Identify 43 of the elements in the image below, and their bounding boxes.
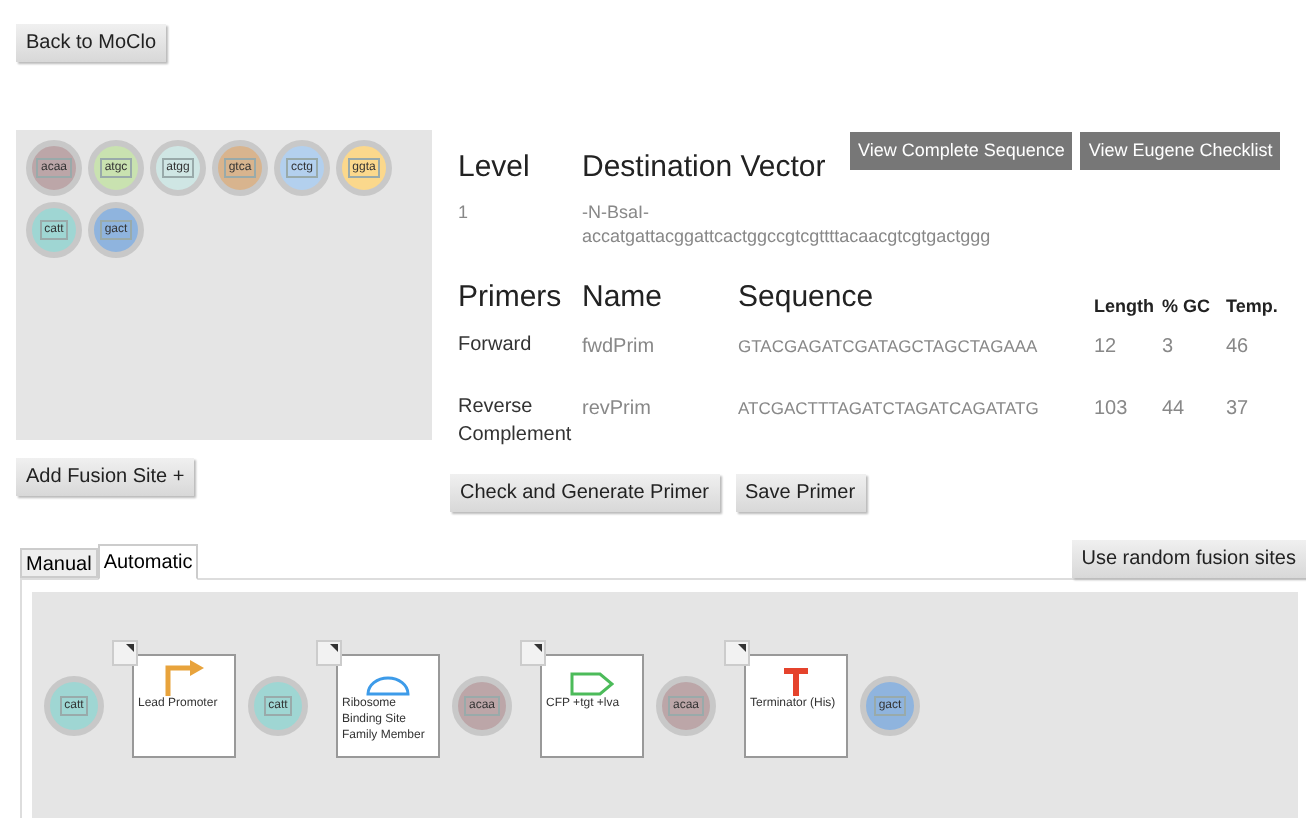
primer-gc: 3 [1162,334,1176,362]
random-fusion-sites-button[interactable]: Use random fusion sites [1071,540,1306,578]
resize-arrow-icon [126,643,134,651]
primer-direction: Reverse Complement [458,394,574,450]
corner-handle[interactable] [112,639,138,665]
column-heading: Temp. [1226,293,1280,320]
primer-button[interactable]: Save Primer [735,474,866,512]
primer-temp: 37 [1226,396,1251,424]
pentagon-arrow-icon [570,671,614,695]
primer-length: 103 [1094,396,1130,424]
primer-sequence: GTACGAGATCGATAGCTAGCTAGAAA [738,334,1040,360]
add-fusion-site-button[interactable]: Add Fusion Site + [16,458,195,496]
primer-length: 12 [1094,334,1119,362]
primer-button[interactable]: Check and Generate Primer [450,474,720,512]
terminator-icon [782,667,810,695]
primer-sequence: ATCGACTTTAGATCTAGATCAGATATG [738,396,1041,422]
primer-name: revPrim [582,396,653,424]
resize-arrow-icon [738,643,746,651]
column-heading: % GC [1162,293,1213,319]
tab[interactable]: Automatic [97,544,199,580]
view-button[interactable]: View Eugene Checklist [1080,132,1281,170]
destination-vector-value: -N-BsaI-accatgattacggattcactggccgtcgttttacaacgtcgtgactggg [582,199,992,247]
primer-temp: 46 [1226,334,1251,362]
corner-handle[interactable] [520,639,546,665]
semicircle-icon [366,675,410,695]
back-button[interactable]: Back to MoClo [16,24,167,62]
primer-gc: 44 [1162,396,1187,424]
tab[interactable]: Manual [20,548,98,578]
destination-vector-heading: Destination Vector [582,148,826,188]
column-heading: Sequence [738,277,876,317]
corner-handle[interactable] [316,639,342,665]
column-heading: Name [582,277,665,317]
level-value: 1 [458,199,471,225]
column-heading: Length [1094,293,1156,320]
promoter-arrow-icon [162,659,206,695]
corner-handle[interactable] [724,639,750,665]
primer-name: fwdPrim [582,334,657,362]
level-heading: Level [458,148,532,188]
resize-arrow-icon [534,643,542,651]
column-heading: Primers [458,277,564,317]
primer-direction: Forward [458,332,534,360]
resize-arrow-icon [330,643,338,651]
view-button[interactable]: View Complete Sequence [850,132,1073,170]
